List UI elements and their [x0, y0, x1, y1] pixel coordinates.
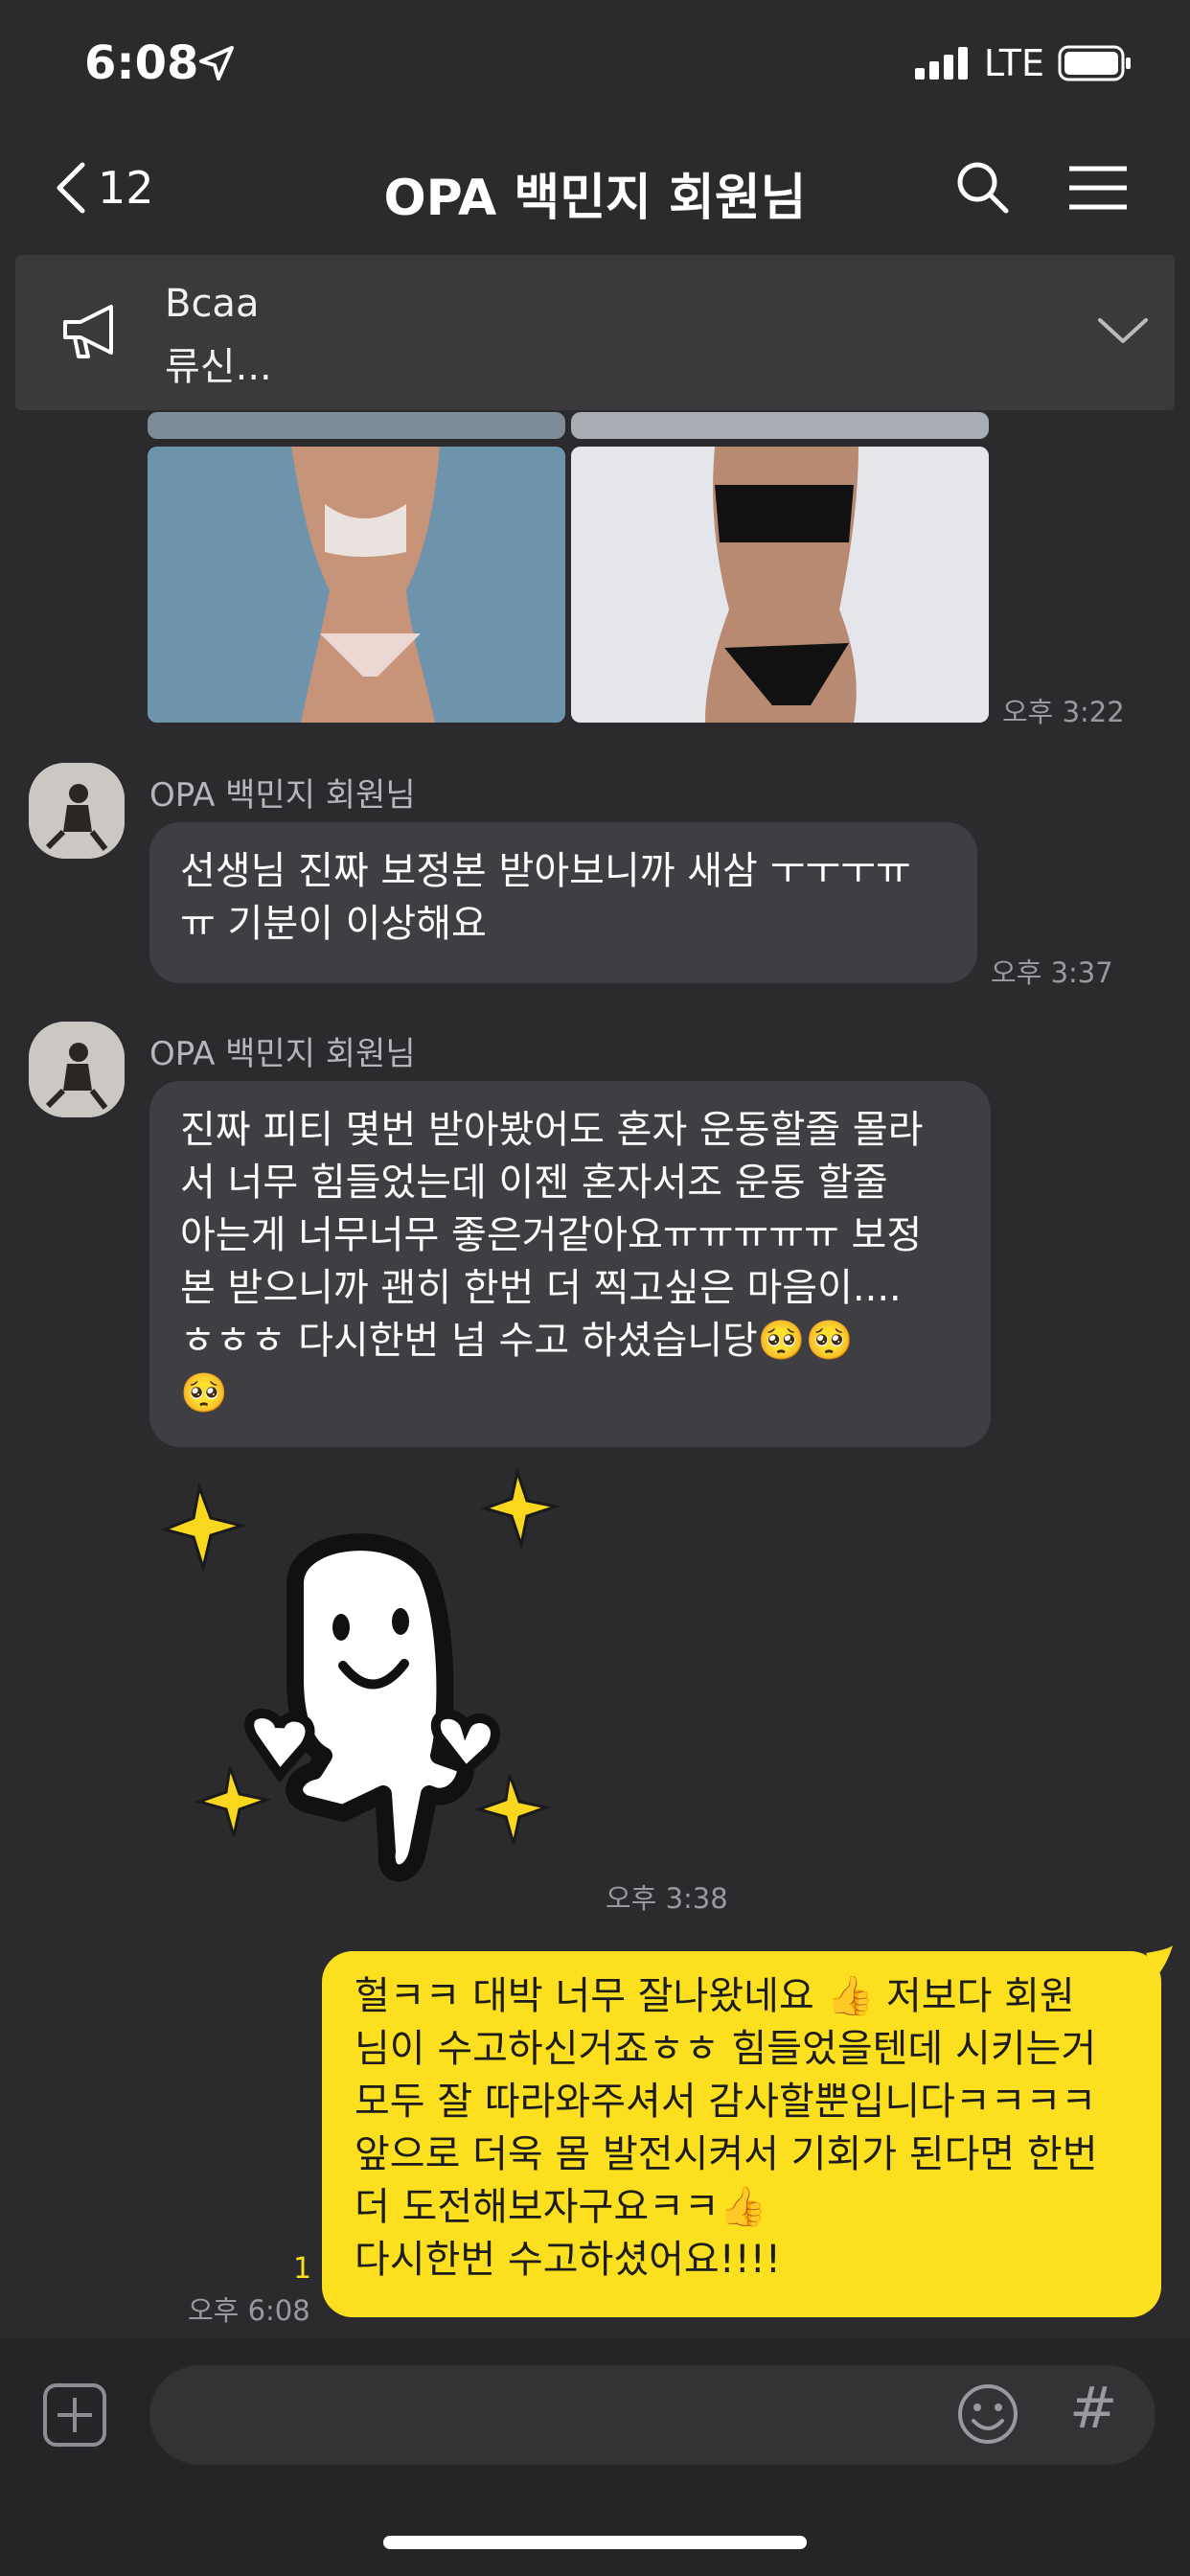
notice-banner[interactable]: Bcaa 류신... — [15, 255, 1175, 410]
photo-bottom-right[interactable] — [571, 447, 989, 723]
message-text: 선생님 진짜 보정본 받아보니까 새삼 ㅜㅜㅜㅠ ㅠ 기분이 이상해요 — [180, 849, 911, 946]
battery-icon — [1058, 45, 1131, 81]
status-time: 6:08 — [84, 36, 199, 90]
menu-icon[interactable] — [1067, 159, 1129, 217]
sender-name: OPA 백민지 회원님 — [149, 1035, 416, 1073]
search-icon[interactable] — [954, 159, 1012, 217]
avatar[interactable] — [29, 1022, 125, 1117]
photo-top-right[interactable] — [571, 412, 989, 439]
sender-name: OPA 백민지 회원님 — [149, 776, 416, 815]
message-bubble[interactable]: 선생님 진짜 보정본 받아보니까 새삼 ㅜㅜㅜㅠ ㅠ 기분이 이상해요 — [149, 822, 977, 983]
bubble-tail — [1146, 1945, 1173, 1978]
avatar[interactable] — [29, 763, 125, 859]
photo-figure-2 — [571, 447, 989, 723]
megaphone-icon — [63, 305, 113, 358]
message-time: 오후 6:08 — [188, 2294, 310, 2327]
photo-figure-1 — [148, 447, 565, 723]
message-bubble[interactable]: 진짜 피티 몇번 받아봤어도 혼자 운동할줄 몰라 서 너무 힘들었는데 이젠 … — [149, 1081, 991, 1447]
notice-line-1: Bcaa — [165, 282, 260, 326]
notice-line-2: 류신... — [165, 345, 272, 389]
my-message-bubble[interactable]: 헐ㅋㅋ 대박 너무 잘나왔네요 👍 저보다 회원 님이 수고하신거죠ㅎㅎ 힘들었… — [322, 1951, 1161, 2317]
status-indicators: LTE — [914, 42, 1133, 84]
location-arrow-icon — [199, 46, 234, 80]
sticker[interactable] — [160, 1466, 575, 1890]
plus-icon[interactable] — [42, 2382, 107, 2448]
signal-icon — [914, 47, 968, 80]
sticker-image — [160, 1466, 561, 1882]
network-label: LTE — [983, 42, 1044, 84]
unread-count: 1 — [293, 2252, 312, 2286]
message-text: 진짜 피티 몇번 받아봤어도 혼자 운동할줄 몰라 서 너무 힘들었는데 이젠 … — [180, 1108, 924, 1415]
message-time: 오후 3:37 — [991, 956, 1113, 989]
sticker-time: 오후 3:38 — [606, 1882, 728, 1915]
home-indicator — [383, 2536, 807, 2549]
avatar-image — [29, 763, 125, 859]
images-time: 오후 3:22 — [1002, 696, 1125, 728]
avatar-image — [29, 1022, 125, 1117]
emoji-icon[interactable] — [956, 2382, 1019, 2446]
photo-top-left[interactable] — [148, 412, 565, 439]
hashtag-button[interactable]: # — [1069, 2375, 1117, 2442]
photo-bottom-left[interactable] — [148, 447, 565, 723]
chevron-down-icon[interactable] — [1096, 314, 1150, 347]
message-text: 헐ㅋㅋ 대박 너무 잘나왔네요 👍 저보다 회원 님이 수고하신거죠ㅎㅎ 힘들었… — [355, 1974, 1098, 2282]
